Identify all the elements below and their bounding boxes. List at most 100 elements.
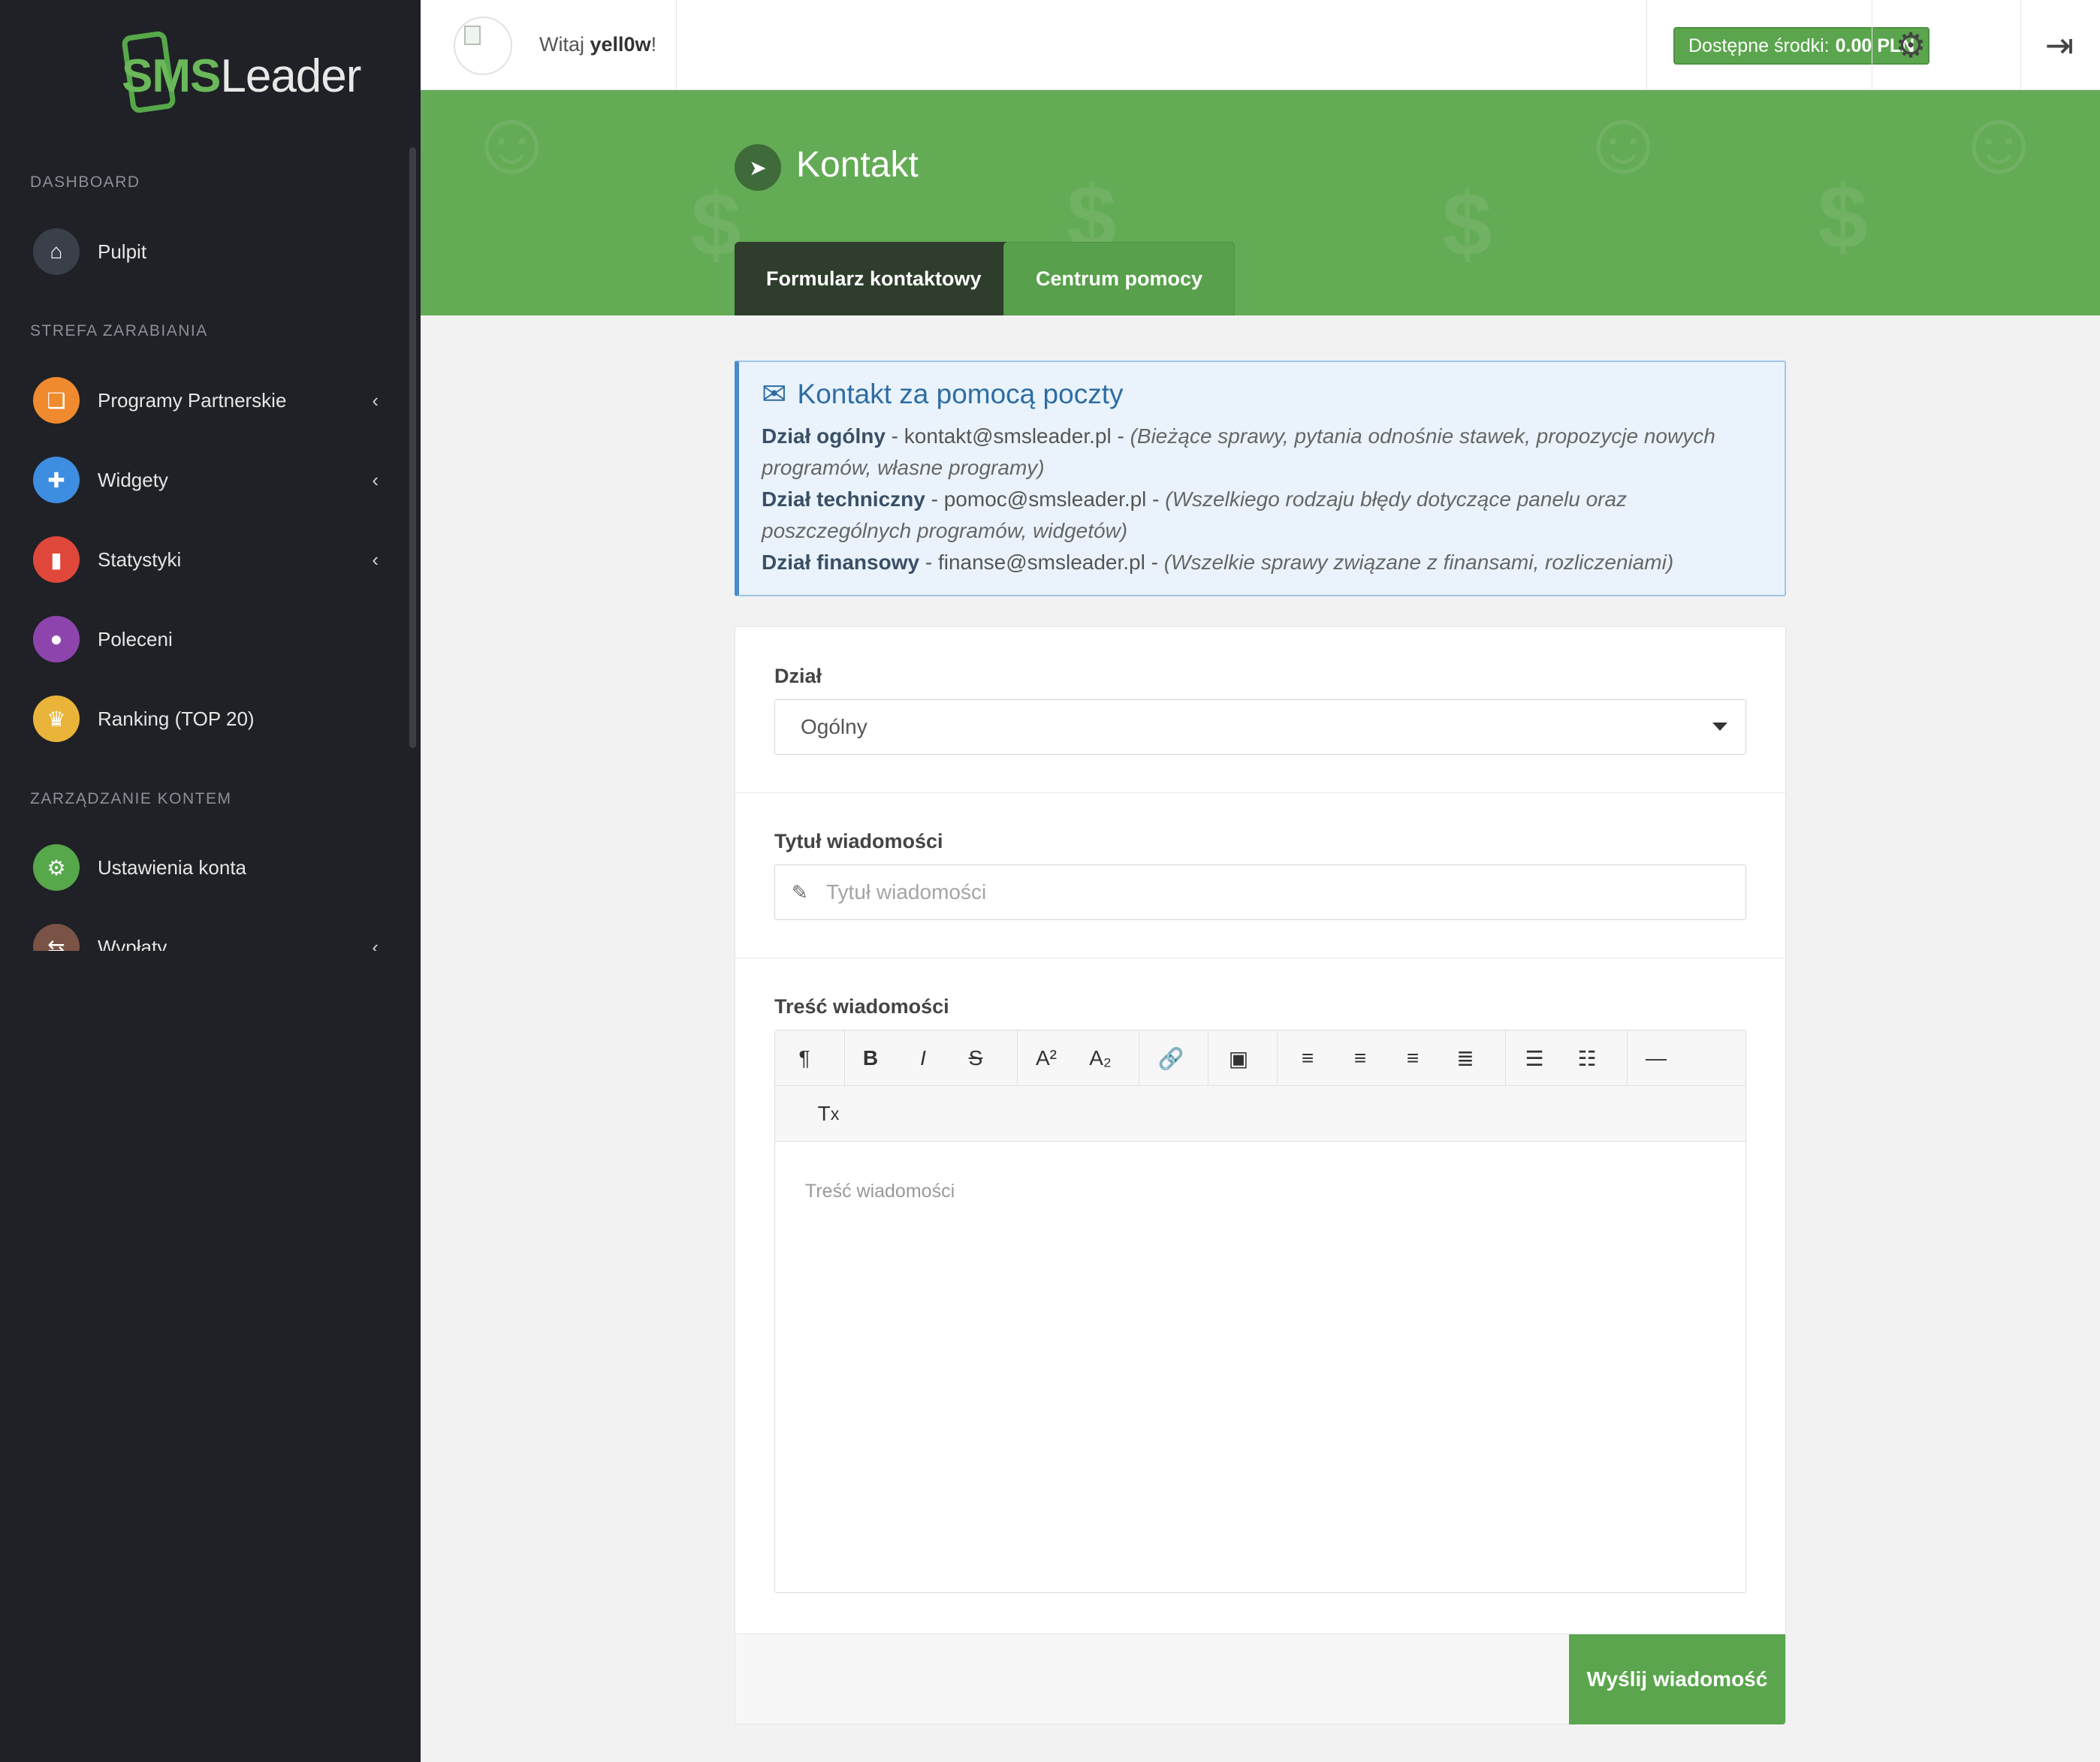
dept-select[interactable]: Ogólny bbox=[774, 699, 1746, 755]
divider bbox=[1627, 1030, 1628, 1086]
funds-label: Dostępne środki: bbox=[1688, 35, 1830, 56]
info-title: ✉ Kontakt za pomocą poczty bbox=[762, 377, 1762, 412]
dept-email[interactable]: finanse@smsleader.pl bbox=[938, 551, 1145, 574]
bar-chart-icon: ▮ bbox=[33, 536, 80, 583]
separator: - bbox=[1146, 487, 1166, 511]
divider bbox=[844, 1030, 845, 1086]
body-label: Treść wiadomości bbox=[774, 995, 949, 1018]
sidebar-item-label: Ranking (TOP 20) bbox=[98, 707, 255, 730]
gear-icon: ⚙ bbox=[33, 844, 80, 891]
sidebar-scrollbar[interactable] bbox=[409, 147, 416, 748]
dept-email[interactable]: kontakt@smsleader.pl bbox=[904, 424, 1112, 448]
broken-image-icon bbox=[464, 26, 481, 45]
sidebar-item-widgety[interactable]: ✚ Widgety ‹ bbox=[33, 454, 386, 506]
dept-select-value: Ogólny bbox=[801, 715, 867, 738]
ordered-list-icon[interactable]: ☷ bbox=[1568, 1041, 1606, 1076]
separator: - bbox=[885, 424, 904, 448]
sidebar-item-ustawienia-konta[interactable]: ⚙ Ustawienia konta bbox=[33, 841, 386, 894]
divider bbox=[1017, 1030, 1018, 1086]
separator: - bbox=[925, 487, 944, 511]
dept-email[interactable]: pomoc@smsleader.pl bbox=[944, 487, 1147, 511]
decor-dollar-icon: $ bbox=[1818, 167, 1868, 267]
divider bbox=[1505, 1030, 1506, 1086]
sidebar-item-ranking[interactable]: ♛ Ranking (TOP 20) bbox=[33, 692, 386, 745]
sidebar-item-statystyki[interactable]: ▮ Statystyki ‹ bbox=[33, 533, 386, 586]
edit-icon: ✎ bbox=[792, 880, 808, 904]
divider bbox=[1646, 0, 1647, 90]
section-heading-earn: STREFA ZARABIANIA bbox=[30, 322, 208, 339]
info-line-finance: Dział finansowy - finanse@smsleader.pl -… bbox=[762, 547, 1762, 578]
section-heading-account: ZARZĄDZANIE KONTEM bbox=[30, 790, 232, 807]
rich-text-editor: ¶ B I S A² A₂ 🔗 ▣ ≡ ≡ ≡ ≣ ☰ ☷ — Tx Treść bbox=[774, 1030, 1746, 1593]
info-line-general: Dział ogólny - kontakt@smsleader.pl - (B… bbox=[762, 421, 1762, 484]
send-message-button[interactable]: Wyślij wiadomość bbox=[1569, 1634, 1785, 1724]
link-icon[interactable]: 🔗 bbox=[1152, 1041, 1190, 1076]
form-footer: Wyślij wiadomość bbox=[735, 1634, 1785, 1724]
smsleader-logo[interactable]: SMSLeader bbox=[120, 30, 361, 120]
title-input[interactable] bbox=[826, 880, 1727, 904]
clear-format-icon[interactable]: Tx bbox=[810, 1097, 847, 1131]
sidebar-item-label: Pulpit bbox=[98, 240, 147, 263]
chevron-left-icon: ‹ bbox=[372, 468, 379, 491]
section-heading-dashboard: DASHBOARD bbox=[30, 173, 140, 191]
italic-icon[interactable]: I bbox=[904, 1041, 942, 1076]
decor-smile-icon: ☺ bbox=[466, 92, 558, 192]
superscript-icon[interactable]: A² bbox=[1027, 1041, 1065, 1076]
subscript-icon[interactable]: A₂ bbox=[1082, 1041, 1119, 1076]
divider bbox=[735, 792, 1785, 793]
tab-centrum-pomocy[interactable]: Centrum pomocy bbox=[1003, 242, 1236, 315]
align-left-icon[interactable]: ≡ bbox=[1289, 1041, 1326, 1076]
align-center-icon[interactable]: ≡ bbox=[1341, 1041, 1379, 1076]
decor-smile-icon: ☺ bbox=[1577, 92, 1670, 192]
users-icon: ● bbox=[33, 616, 80, 662]
greeting: Witaj yell0w! bbox=[539, 33, 656, 56]
logout-icon[interactable]: ⇥ bbox=[2037, 23, 2082, 68]
settings-gear-icon[interactable]: ⚙ bbox=[1888, 23, 1933, 68]
align-right-icon[interactable]: ≡ bbox=[1394, 1041, 1432, 1076]
greeting-prefix: Witaj bbox=[539, 33, 584, 56]
dept-name: Dział finansowy bbox=[762, 551, 920, 574]
sidebar-item-pulpit[interactable]: ⌂ Pulpit bbox=[33, 225, 386, 278]
info-line-technical: Dział techniczny - pomoc@smsleader.pl - … bbox=[762, 484, 1762, 547]
title-field: ✎ bbox=[774, 864, 1746, 920]
divider bbox=[1277, 1030, 1278, 1086]
paper-plane-icon: ➤ bbox=[735, 144, 781, 191]
page-header-band: $ $ $ $ ☺ ☺ ☺ ➤ Kontakt Formularz kontak… bbox=[421, 90, 2100, 315]
info-text: Dział ogólny - kontakt@smsleader.pl - (B… bbox=[762, 421, 1762, 578]
dept-name: Dział ogólny bbox=[762, 424, 886, 448]
align-justify-icon[interactable]: ≣ bbox=[1447, 1041, 1484, 1076]
bold-icon[interactable]: B bbox=[852, 1041, 889, 1076]
title-label: Tytuł wiadomości bbox=[774, 830, 943, 852]
strikethrough-icon[interactable]: S bbox=[957, 1041, 994, 1076]
divider bbox=[676, 0, 677, 90]
sidebar-item-label: Poleceni bbox=[98, 627, 173, 650]
decor-dollar-icon: $ bbox=[1442, 174, 1492, 275]
greeting-suffix: ! bbox=[650, 33, 657, 56]
home-icon: ⌂ bbox=[33, 228, 80, 275]
gift-icon: ❑ bbox=[33, 377, 80, 424]
sidebar-item-label: Ustawienia konta bbox=[98, 855, 246, 879]
chevron-left-icon: ‹ bbox=[372, 548, 379, 571]
sidebar-item-poleceni[interactable]: ● Poleceni bbox=[33, 613, 386, 665]
sidebar: SMSLeader DASHBOARD ⌂ Pulpit STREFA ZARA… bbox=[0, 0, 421, 1762]
paragraph-format-icon[interactable]: ¶ bbox=[786, 1041, 823, 1076]
divider bbox=[2020, 0, 2021, 90]
info-title-text: Kontakt za pomocą poczty bbox=[797, 379, 1124, 409]
unordered-list-icon[interactable]: ☰ bbox=[1516, 1041, 1553, 1076]
separator: - bbox=[919, 551, 938, 574]
decor-dollar-icon: $ bbox=[691, 174, 741, 275]
sidebar-item-label: Statystyki bbox=[98, 548, 182, 571]
horizontal-rule-icon[interactable]: — bbox=[1637, 1041, 1675, 1076]
puzzle-icon: ✚ bbox=[33, 457, 80, 503]
dept-name: Dział techniczny bbox=[762, 487, 925, 511]
separator: - bbox=[1145, 551, 1164, 574]
tab-formularz-kontaktowy[interactable]: Formularz kontaktowy bbox=[735, 242, 1013, 315]
email-contact-info: ✉ Kontakt za pomocą poczty Dział ogólny … bbox=[735, 361, 1786, 596]
sidebar-item-programy-partnerskie[interactable]: ❑ Programy Partnerskie ‹ bbox=[33, 374, 386, 427]
image-icon[interactable]: ▣ bbox=[1220, 1041, 1257, 1076]
caret-down-icon bbox=[1712, 723, 1727, 731]
avatar[interactable] bbox=[454, 17, 512, 75]
sidebar-item-label: Programy Partnerskie bbox=[98, 388, 287, 412]
top-bar: Witaj yell0w! Dostępne środki: 0.00 PLN … bbox=[421, 0, 2100, 90]
editor-body-placeholder[interactable]: Treść wiadomości bbox=[805, 1181, 955, 1202]
